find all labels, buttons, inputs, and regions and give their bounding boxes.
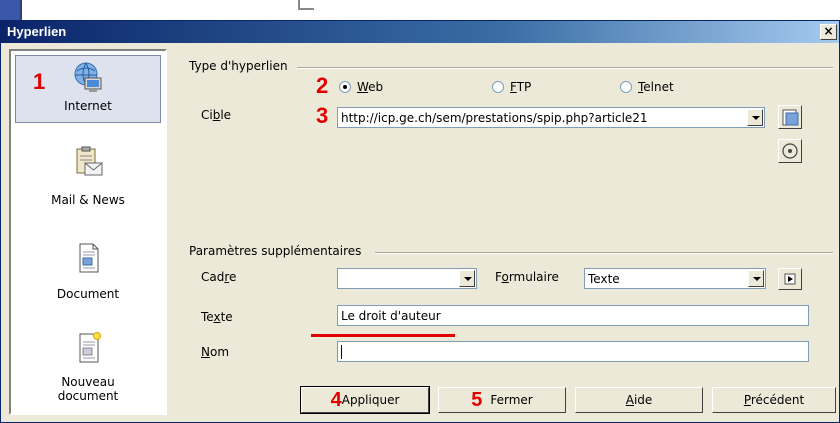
chevron-down-icon[interactable] bbox=[747, 109, 763, 126]
radio-telnet-label: Telnet bbox=[638, 80, 674, 94]
hyperlink-type-sidebar: Internet Mail & News Document Nouveau do… bbox=[9, 49, 167, 415]
text-label: Texte bbox=[201, 310, 233, 324]
text-input[interactable]: Le droit d'auteur bbox=[337, 305, 809, 326]
clipboard-envelope-icon bbox=[76, 146, 103, 176]
dialog-title: Hyperlien bbox=[7, 24, 67, 39]
form-value: Texte bbox=[588, 272, 620, 286]
extra-group-title: Paramètres supplémentaires bbox=[189, 244, 362, 258]
browse-folder-icon bbox=[782, 109, 799, 126]
help-button[interactable]: Aide bbox=[575, 387, 703, 413]
annotation-marker-4: 4 bbox=[330, 389, 342, 411]
apply-label: Appliquer bbox=[341, 393, 400, 407]
close-icon[interactable]: × bbox=[820, 24, 837, 40]
form-combo[interactable]: Texte bbox=[584, 268, 766, 289]
form-label: Formulaire bbox=[495, 270, 559, 284]
sidebar-item-label-line2: document bbox=[57, 389, 119, 403]
target-circle-icon bbox=[782, 143, 798, 159]
name-input[interactable] bbox=[337, 341, 809, 362]
sidebar-item-label-line1: Nouveau bbox=[61, 375, 115, 389]
radio-web[interactable] bbox=[339, 81, 351, 93]
events-button[interactable] bbox=[778, 268, 802, 290]
title-bar: Hyperlien × bbox=[1, 21, 839, 43]
type-group-divider bbox=[297, 67, 833, 69]
type-group-title: Type d'hyperlien bbox=[189, 59, 288, 73]
annotation-marker-1: 1 bbox=[33, 69, 46, 94]
annotation-marker-5: 5 bbox=[471, 389, 483, 411]
help-label: ide bbox=[633, 393, 653, 407]
browse-button[interactable] bbox=[778, 105, 802, 129]
chevron-down-icon[interactable] bbox=[459, 270, 475, 287]
play-arrow-icon bbox=[784, 273, 796, 285]
sidebar-item-new-document[interactable]: Nouveau document bbox=[15, 327, 161, 415]
target-in-document-button[interactable] bbox=[778, 139, 802, 163]
name-label: Nom bbox=[201, 345, 230, 359]
apply-button[interactable]: 4Appliquer bbox=[300, 386, 430, 414]
close-label: Fermer bbox=[490, 393, 533, 407]
background-mark bbox=[298, 0, 314, 10]
sidebar-item-document[interactable]: Document bbox=[15, 235, 161, 319]
text-caret bbox=[341, 345, 342, 359]
radio-ftp[interactable] bbox=[492, 81, 504, 93]
target-url-combo[interactable]: http://icp.ge.ch/sem/prestations/spip.ph… bbox=[337, 107, 765, 128]
extra-group-divider bbox=[375, 252, 833, 254]
back-label: récédent bbox=[750, 393, 805, 407]
annotation-marker-2: 2 bbox=[316, 73, 329, 98]
frame-label: Cadre bbox=[201, 270, 237, 284]
annotation-underline bbox=[311, 334, 455, 337]
document-icon bbox=[79, 243, 99, 273]
target-label: Cible bbox=[201, 108, 232, 122]
target-url-value: http://icp.ge.ch/sem/prestations/spip.ph… bbox=[341, 111, 648, 125]
radio-ftp-label: FTP bbox=[510, 80, 532, 94]
close-button[interactable]: 5 Fermer bbox=[438, 387, 566, 413]
frame-combo[interactable] bbox=[337, 268, 477, 289]
sidebar-item-label: Mail & News bbox=[51, 193, 125, 207]
sidebar-item-label: Document bbox=[56, 287, 120, 301]
new-document-icon bbox=[79, 332, 101, 363]
hyperlink-dialog: Hyperlien × Internet Mail & News Documen… bbox=[0, 20, 840, 423]
sidebar-item-label: Internet bbox=[64, 99, 112, 113]
annotation-marker-3: 3 bbox=[316, 103, 329, 128]
radio-telnet[interactable] bbox=[620, 81, 632, 93]
chevron-down-icon[interactable] bbox=[748, 270, 764, 287]
sidebar-item-mail-news[interactable]: Mail & News bbox=[15, 141, 161, 225]
back-button[interactable]: Précédent bbox=[712, 387, 836, 413]
radio-web-label: Web bbox=[357, 80, 384, 94]
text-input-value: Le droit d'auteur bbox=[341, 309, 441, 323]
globe-monitor-icon bbox=[74, 62, 102, 92]
background-toolbar-block bbox=[0, 0, 22, 22]
